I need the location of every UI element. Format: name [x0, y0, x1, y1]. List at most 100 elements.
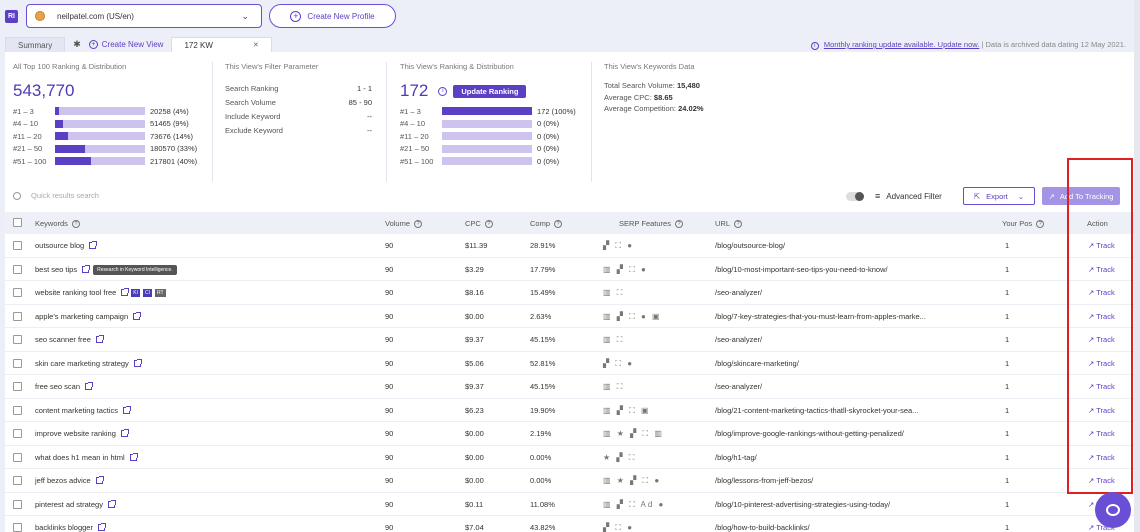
chat-widget-button[interactable] — [1095, 492, 1131, 528]
table-row[interactable]: outsource blog 90 $11.39 28.91% ▞ ⛶ ● /blog/o… — [5, 234, 1134, 258]
advanced-filter-toggle[interactable] — [846, 192, 864, 201]
url-cell[interactable]: /blog/21-content-marketing-tactics-thatl… — [715, 406, 918, 415]
external-link-icon[interactable] — [107, 499, 116, 508]
external-link-icon[interactable] — [89, 241, 98, 249]
table-row[interactable]: improve website ranking 90 $0.00 2.19% ▥ ★ ▞… — [5, 422, 1134, 446]
export-button[interactable]: ⇱ Export ⌄ — [963, 187, 1035, 205]
kw-data-value: $8.65 — [653, 92, 673, 102]
col-comp[interactable]: Comp? — [530, 219, 563, 228]
url-cell[interactable]: /blog/improve-google-rankings-without-ge… — [715, 429, 904, 438]
create-view-button[interactable]: + Create New View — [88, 40, 163, 49]
update-ranking-button[interactable]: Update Ranking — [453, 84, 527, 98]
col-pos[interactable]: Your Pos? — [1002, 219, 1045, 228]
close-icon[interactable]: ✕ — [253, 41, 259, 49]
domain-select[interactable]: neilpatel.com (US/en) ⌄ — [26, 4, 262, 28]
col-serp[interactable]: SERP Features? — [619, 219, 683, 228]
page-scrollbar[interactable] — [1134, 0, 1140, 532]
col-volume[interactable]: Volume? — [385, 219, 423, 228]
row-checkbox[interactable] — [13, 288, 22, 297]
external-link-icon[interactable] — [120, 429, 129, 437]
keyword-text[interactable]: skin care marketing strategy — [35, 359, 129, 368]
keyword-text[interactable]: website ranking tool free — [35, 288, 116, 297]
volume-cell: 90 — [385, 476, 394, 485]
row-checkbox[interactable] — [13, 452, 22, 462]
external-link-icon[interactable] — [133, 311, 142, 320]
table-row[interactable]: seo scanner free 90 $9.37 45.15% ▥ ⛶ /seo-ana… — [5, 328, 1134, 352]
url-cell[interactable]: /blog/outsource-blog/ — [715, 241, 785, 250]
url-cell[interactable]: /seo-analyzer/ — [715, 288, 762, 297]
table-row[interactable]: what does h1 mean in html 90 $0.00 0.00% ★ ▞… — [5, 446, 1134, 469]
kw-data-title: This View's Keywords Data — [604, 62, 695, 71]
tab-summary[interactable]: Summary — [5, 37, 66, 52]
table-row[interactable]: backlinks blogger 90 $7.04 43.82% ▞ ⛶ ● /blog… — [5, 516, 1134, 532]
external-link-icon[interactable] — [133, 358, 142, 367]
update-now-link[interactable]: Monthly ranking update available. Update… — [824, 40, 980, 49]
search-input[interactable]: Quick results search — [31, 191, 99, 200]
row-checkbox[interactable] — [13, 405, 22, 415]
keyword-cell: improve website ranking — [35, 429, 129, 438]
distribution-label: #21 – 50 — [13, 144, 43, 154]
row-checkbox[interactable] — [13, 358, 22, 368]
table-row[interactable]: best seo tips Research in Keyword Intelli… — [5, 258, 1134, 281]
col-keywords[interactable]: Keywords? — [35, 219, 80, 228]
external-link-icon[interactable] — [129, 452, 138, 461]
tool-badge[interactable]: RT — [155, 289, 166, 297]
table-row[interactable]: pinterest ad strategy 90 $0.11 11.08% ▥ ▞ ⛶ … — [5, 493, 1134, 516]
keyword-text[interactable]: improve website ranking — [35, 429, 116, 438]
tool-badge[interactable]: KI — [131, 289, 141, 297]
keyword-text[interactable]: what does h1 mean in html — [35, 453, 125, 462]
cpc-cell: $0.11 — [465, 499, 484, 509]
table-row[interactable]: skin care marketing strategy 90 $5.06 52.81… — [5, 352, 1134, 375]
external-link-icon[interactable] — [85, 382, 94, 390]
url-cell[interactable]: /blog/skincare-marketing/ — [715, 359, 799, 368]
url-cell[interactable]: /blog/10-pinterest-advertising-strategie… — [715, 500, 890, 509]
tab-172-kw[interactable]: 172 KW ✕ — [171, 37, 272, 52]
external-link-icon[interactable] — [122, 405, 131, 414]
keyword-text[interactable]: outsource blog — [35, 241, 84, 250]
col-cpc[interactable]: CPC? — [465, 219, 493, 228]
gear-icon[interactable]: ✱ — [73, 39, 81, 50]
select-all-checkbox[interactable] — [13, 218, 22, 227]
keyword-text[interactable]: pinterest ad strategy — [35, 500, 103, 509]
row-checkbox[interactable] — [13, 429, 22, 438]
keyword-text[interactable]: free seo scan — [35, 382, 80, 391]
row-checkbox[interactable] — [13, 476, 22, 485]
keyword-text[interactable]: backlinks blogger — [35, 523, 93, 532]
row-checkbox[interactable] — [13, 523, 22, 532]
url-cell[interactable]: /blog/h1-tag/ — [715, 453, 757, 462]
external-link-icon[interactable] — [95, 476, 104, 484]
external-link-icon[interactable] — [121, 288, 130, 296]
keyword-text[interactable]: best seo tips — [35, 265, 77, 274]
row-checkbox[interactable] — [13, 499, 22, 509]
table-row[interactable]: website ranking tool free KI CI RT 90 $8.16 15… — [5, 281, 1134, 305]
col-url[interactable]: URL? — [715, 219, 743, 228]
advanced-filter-button[interactable]: ≡ Advanced Filter — [875, 191, 942, 201]
row-checkbox[interactable] — [13, 335, 22, 344]
quick-search[interactable]: Quick results search — [13, 191, 99, 200]
row-checkbox[interactable] — [13, 311, 22, 321]
url-cell[interactable]: /blog/10-most-important-seo-tips-you-nee… — [715, 265, 888, 274]
distribution-bar — [55, 119, 145, 128]
url-cell[interactable]: /blog/lessons-from-jeff-bezos/ — [715, 476, 813, 485]
url-cell[interactable]: /blog/7-key-strategies-that-you-must-lea… — [715, 312, 926, 321]
url-cell[interactable]: /blog/how-to-build-backlinks/ — [715, 523, 810, 532]
url-cell[interactable]: /seo-analyzer/ — [715, 382, 762, 391]
keyword-text[interactable]: jeff bezos advice — [35, 476, 91, 485]
external-link-icon[interactable] — [97, 523, 106, 531]
table-row[interactable]: jeff bezos advice 90 $0.00 0.00% ▥ ★ ▞ ⛶ ● /b… — [5, 469, 1134, 493]
table-row[interactable]: apple's marketing campaign 90 $0.00 2.63% ▥ … — [5, 305, 1134, 328]
tool-badge[interactable]: CI — [143, 289, 153, 297]
table-row[interactable]: free seo scan 90 $9.37 45.15% ▥ ⛶ /seo-analyz… — [5, 375, 1134, 399]
external-link-icon[interactable] — [95, 335, 104, 343]
row-checkbox[interactable] — [13, 382, 22, 391]
url-cell[interactable]: /seo-analyzer/ — [715, 335, 762, 344]
keyword-text[interactable]: content marketing tactics — [35, 406, 118, 415]
external-link-icon[interactable] — [82, 264, 91, 273]
keyword-tooltip: Research in Keyword Intelligence. — [93, 264, 177, 275]
row-checkbox[interactable] — [13, 264, 22, 274]
keyword-text[interactable]: apple's marketing campaign — [35, 312, 128, 321]
table-row[interactable]: content marketing tactics 90 $6.23 19.90% ▥ … — [5, 399, 1134, 422]
keyword-text[interactable]: seo scanner free — [35, 335, 91, 344]
row-checkbox[interactable] — [13, 241, 22, 250]
create-profile-button[interactable]: + Create New Profile — [269, 4, 396, 28]
